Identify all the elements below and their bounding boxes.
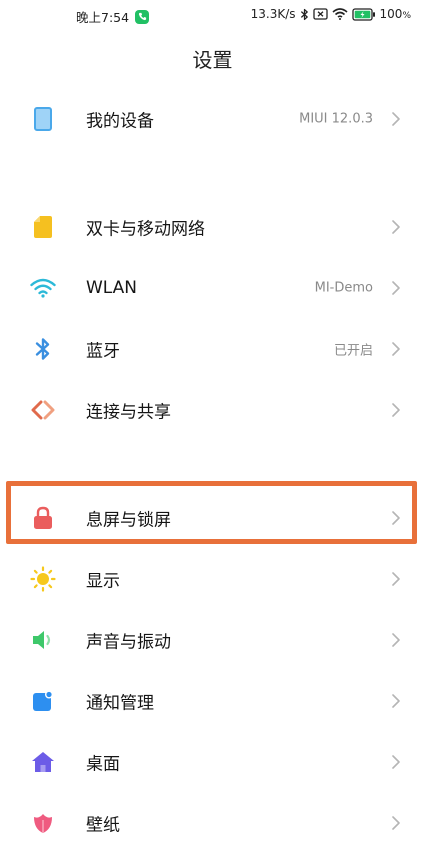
settings-item-label: 壁纸 (86, 815, 120, 836)
sun-icon (30, 566, 56, 592)
lock-icon (30, 505, 56, 531)
settings-item-value: MIUI 12.0.3 (299, 111, 373, 127)
settings-item-label: 显示 (86, 571, 120, 592)
settings-item-label: 桌面 (86, 754, 120, 775)
chevron-right-icon (389, 571, 403, 587)
chevron-right-icon (389, 280, 403, 296)
settings-item-label: 双卡与移动网络 (86, 219, 205, 240)
settings-item-sound[interactable]: 声音与振动 (0, 610, 425, 670)
speaker-icon (30, 627, 56, 653)
home-icon (30, 749, 56, 775)
settings-item-my-device[interactable]: 我的设备 MIUI 12.0.3 (0, 89, 425, 149)
sim-x-icon (312, 8, 328, 20)
chevron-right-icon (389, 754, 403, 770)
settings-item-label: 连接与共享 (86, 402, 171, 423)
call-icon (135, 9, 150, 24)
status-time: 晚上7:54 (76, 10, 130, 25)
settings-item-wallpaper[interactable]: 壁纸 (0, 793, 425, 847)
status-left: 晚上7:54 (76, 7, 150, 26)
page-title: 设置 (192, 48, 233, 72)
settings-item-label: 声音与振动 (86, 632, 171, 653)
settings-item-sim[interactable]: 双卡与移动网络 (0, 197, 425, 257)
settings-item-label: WLAN (86, 278, 138, 298)
chevron-right-icon (389, 341, 403, 357)
chevron-right-icon (389, 402, 403, 418)
chevron-right-icon (389, 632, 403, 648)
chevron-right-icon (389, 219, 403, 235)
settings-item-home-screen[interactable]: 桌面 (0, 732, 425, 792)
settings-item-bluetooth[interactable]: 蓝牙 已开启 (0, 319, 425, 379)
settings-item-value: 已开启 (333, 343, 373, 359)
chevron-right-icon (389, 815, 403, 831)
settings-item-value: MI-Demo (314, 280, 373, 296)
status-bar: 晚上7:54 13.3K/s 100% (0, 0, 425, 30)
settings-item-label: 蓝牙 (86, 341, 120, 362)
wifi-icon (30, 275, 56, 301)
sim-card-icon (30, 214, 56, 240)
battery-icon (351, 7, 376, 21)
status-net-speed: 13.3K/s (250, 7, 296, 21)
battery-percent: 100% (379, 7, 411, 21)
phone-icon (30, 106, 56, 132)
settings-item-label: 通知管理 (86, 693, 154, 714)
settings-item-wlan[interactable]: WLAN MI-Demo (0, 258, 425, 318)
notification-icon (30, 688, 56, 714)
flower-icon (30, 810, 56, 836)
share-icon (30, 397, 56, 423)
settings-item-label: 息屏与锁屏 (86, 510, 171, 531)
chevron-right-icon (389, 111, 403, 127)
bluetooth-icon (30, 336, 56, 362)
settings-item-notifications[interactable]: 通知管理 (0, 671, 425, 731)
settings-item-connection[interactable]: 连接与共享 (0, 380, 425, 440)
chevron-right-icon (389, 693, 403, 709)
settings-item-lock-screen[interactable]: 息屏与锁屏 (0, 488, 425, 548)
settings-item-display[interactable]: 显示 (0, 549, 425, 609)
bluetooth-icon (300, 8, 309, 21)
settings-item-label: 我的设备 (86, 111, 154, 132)
wifi-icon (332, 8, 348, 20)
chevron-right-icon (389, 510, 403, 526)
status-right: 13.3K/s 100% (251, 7, 411, 21)
